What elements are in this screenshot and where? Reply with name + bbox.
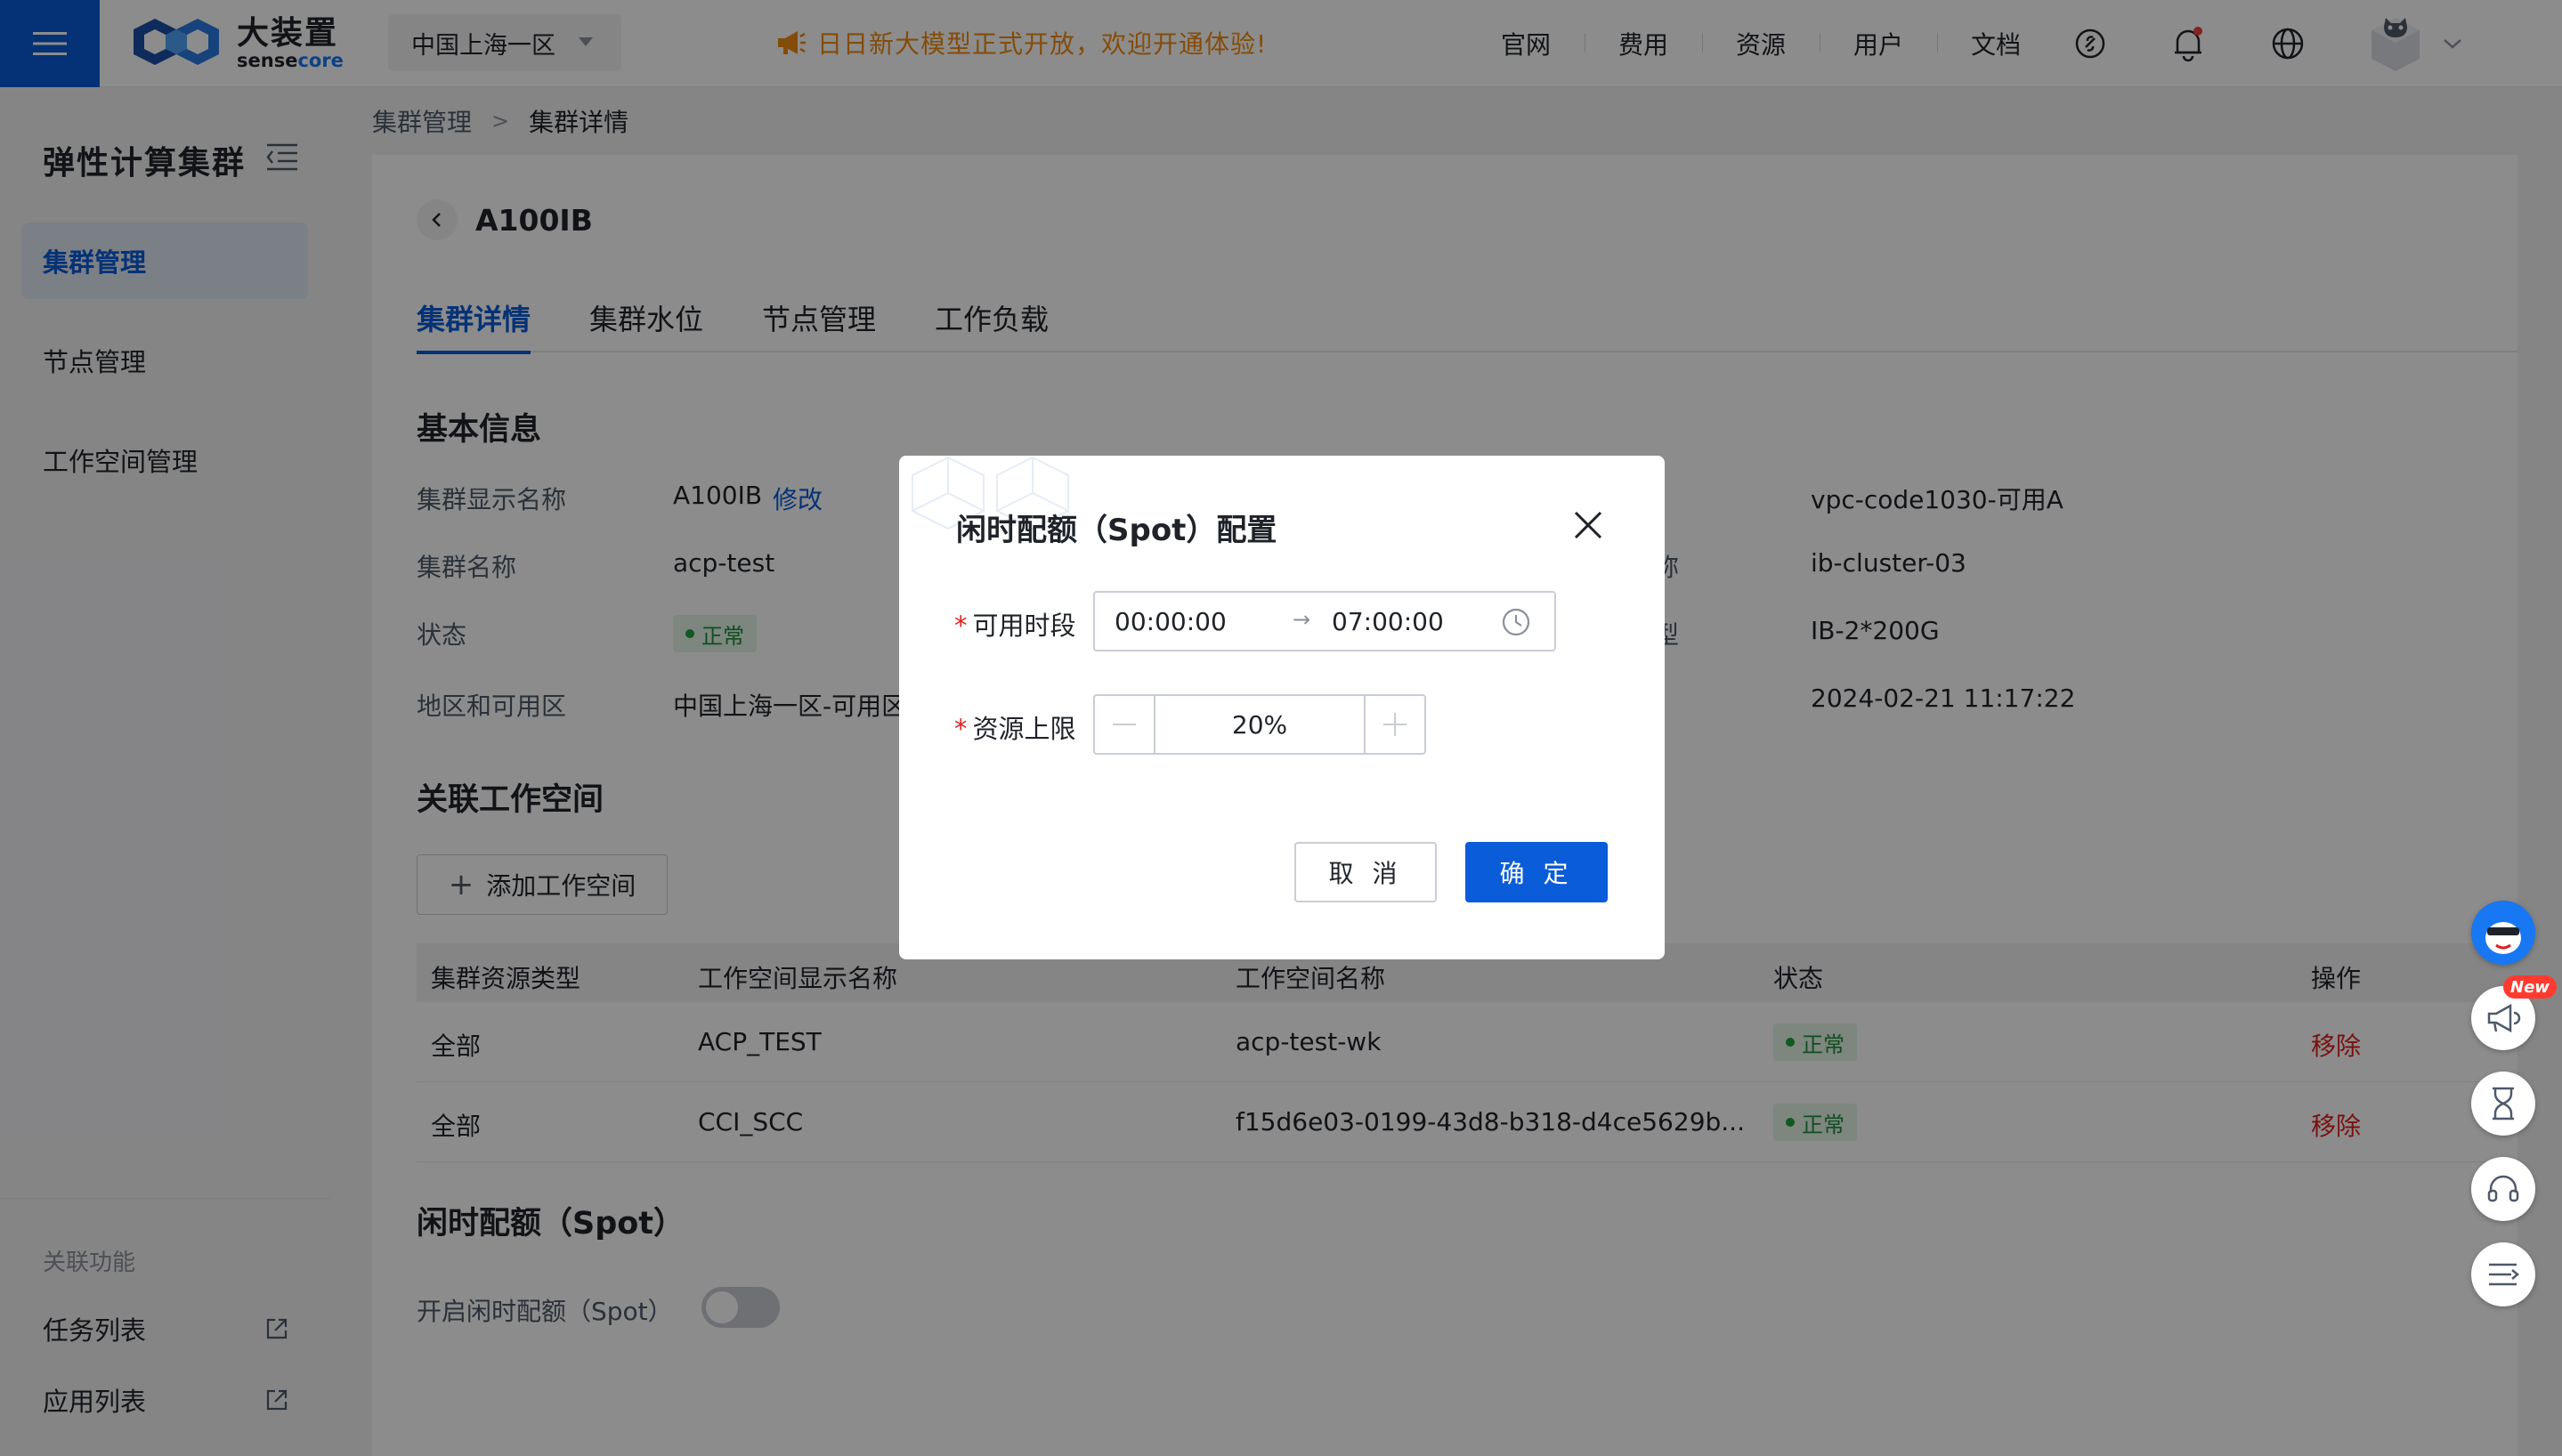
cancel-button[interactable]: 取 消: [1294, 842, 1437, 902]
time-range-picker[interactable]: 00:00:00 → 07:00:00: [1093, 591, 1556, 651]
minus-icon: [1113, 724, 1136, 725]
headset-icon: [2487, 1175, 2519, 1202]
support-float-button[interactable]: [2471, 1157, 2535, 1221]
hourglass-icon: [2493, 1087, 2514, 1120]
limit-label: * 资源上限: [954, 708, 1076, 746]
period-label-text: 可用时段: [972, 611, 1076, 641]
limit-label-text: 资源上限: [972, 714, 1076, 744]
period-label: * 可用时段: [954, 605, 1076, 643]
history-float-button[interactable]: [2471, 1072, 2535, 1136]
resource-limit-input[interactable]: 20%: [1155, 710, 1364, 740]
time-end-input[interactable]: 07:00:00: [1332, 607, 1444, 636]
required-mark: *: [954, 714, 968, 744]
new-badge: New: [2503, 975, 2557, 999]
collapse-list-icon: [2489, 1263, 2519, 1286]
assistant-mascot-button[interactable]: [2471, 901, 2535, 965]
confirm-button[interactable]: 确 定: [1465, 842, 1608, 902]
dialog-title: 闲时配额（Spot）配置: [956, 513, 1277, 548]
megaphone-icon: [2487, 1003, 2521, 1033]
time-start-input[interactable]: 00:00:00: [1115, 607, 1227, 636]
collapse-tools-button[interactable]: [2471, 1242, 2535, 1306]
mascot-icon: [2477, 906, 2530, 959]
spot-config-dialog: 闲时配额（Spot）配置 * 可用时段 00:00:00 → 07:00:00 *…: [899, 456, 1665, 959]
required-mark: *: [954, 611, 968, 641]
close-button[interactable]: [1569, 506, 1608, 545]
resource-limit-stepper: 20%: [1093, 694, 1426, 755]
plus-icon: [1383, 713, 1407, 736]
increment-button[interactable]: [1364, 696, 1424, 753]
close-icon: [1574, 511, 1602, 539]
arrow-right-icon: →: [1293, 607, 1311, 632]
clock-icon: [1502, 608, 1530, 636]
decrement-button[interactable]: [1095, 696, 1155, 753]
